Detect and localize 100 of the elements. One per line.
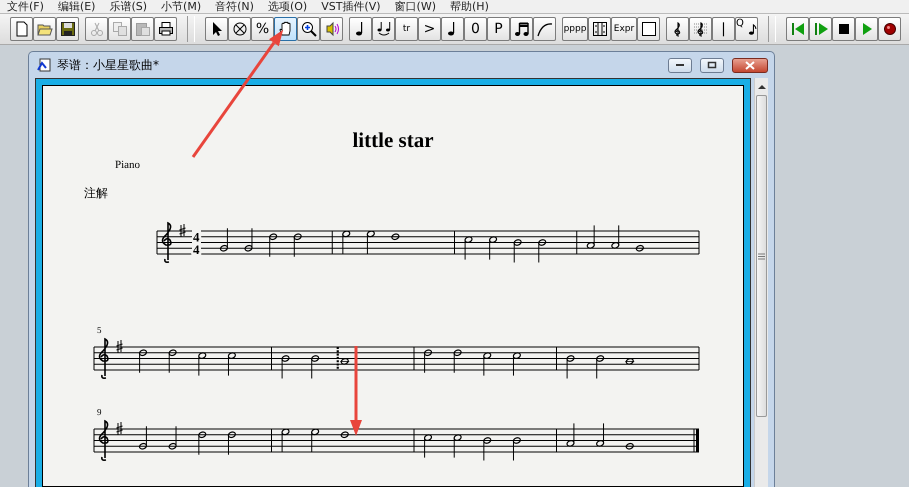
time-signature-top: 4 — [193, 230, 200, 244]
toolbar-button[interactable]: P — [487, 17, 510, 41]
quarter-note — [168, 426, 177, 450]
quarter-note — [424, 434, 432, 458]
toolbar-button[interactable]: tr — [395, 17, 418, 41]
toolbar-button[interactable] — [154, 17, 177, 41]
menu-item[interactable]: 选项(O) — [260, 0, 314, 13]
sharp-icon — [116, 422, 123, 436]
sharp-icon — [179, 224, 186, 238]
zoom-icon — [300, 21, 316, 37]
music-document-icon — [37, 58, 51, 72]
quarter-note — [311, 428, 320, 452]
skip-back-icon — [790, 21, 806, 37]
quarter-note — [168, 349, 177, 374]
half-note — [624, 442, 635, 450]
quarter-note — [228, 431, 236, 456]
menu-item[interactable]: 文件(F) — [0, 0, 51, 13]
record-icon — [882, 21, 898, 37]
toolbar-button[interactable] — [666, 17, 689, 41]
half-note — [390, 233, 400, 240]
measure-number: 9 — [97, 407, 102, 417]
quarter-note — [244, 228, 253, 252]
menu-item[interactable]: VST插件(V) — [314, 0, 388, 13]
clipboard-icon — [134, 21, 150, 37]
toolbar-button[interactable] — [349, 17, 372, 41]
quarter-note — [311, 355, 320, 379]
quarter-note — [228, 352, 236, 376]
toolbar-button[interactable] — [637, 17, 660, 41]
half-note — [340, 431, 350, 438]
toolbar-separator — [187, 16, 195, 42]
quarter-note — [220, 228, 228, 252]
treble-clef-icon — [162, 222, 172, 263]
step-play-icon — [812, 21, 828, 37]
toolbar-button[interactable] — [33, 17, 56, 41]
toolbar-button[interactable] — [510, 17, 533, 41]
toolbar-button[interactable]: Expr — [611, 17, 637, 41]
toolbar-button[interactable] — [10, 17, 33, 41]
toolbar-button[interactable]: | — [712, 17, 735, 41]
minimize-icon — [675, 63, 685, 67]
quarter-note — [566, 355, 575, 379]
quarter-note — [514, 239, 522, 263]
slur-icon — [536, 21, 552, 37]
toolbar-button[interactable] — [441, 17, 464, 41]
quarter-note — [454, 434, 462, 458]
measure-number: 5 — [97, 325, 102, 335]
toolbar-button[interactable] — [228, 17, 251, 41]
menu-item[interactable]: 窗口(W) — [388, 0, 443, 13]
toolbar-button[interactable]: Q — [735, 17, 758, 41]
scrollbar-thumb[interactable] — [756, 95, 767, 417]
window-title: 琴谱：小星星歌曲* — [57, 56, 160, 74]
half-note — [340, 358, 350, 365]
quarter-note — [596, 355, 604, 379]
toolbar-button[interactable]: 0 — [464, 17, 487, 41]
toolbar-button[interactable]: > — [418, 17, 441, 41]
toolbar-button[interactable] — [56, 17, 79, 41]
close-icon — [745, 60, 755, 70]
menu-item[interactable]: 音符(N) — [208, 0, 261, 13]
quarter-note — [138, 349, 148, 374]
restore-button[interactable] — [700, 58, 724, 72]
toolbar-button[interactable] — [372, 17, 395, 41]
toolbar-button[interactable]: % — [251, 17, 274, 41]
quarter-note — [269, 233, 278, 258]
speaker-icon — [324, 21, 340, 37]
treble-clef-icon — [98, 338, 109, 379]
menu-item[interactable]: 乐谱(S) — [102, 0, 154, 13]
quarter-note — [294, 233, 302, 258]
toolbar-separator — [768, 16, 776, 42]
quarter-note — [488, 236, 498, 260]
quarter-note — [281, 428, 290, 452]
quarter-note — [424, 349, 432, 374]
bars-icon — [592, 21, 608, 37]
toolbar-button[interactable] — [205, 17, 228, 41]
menu-item[interactable]: 编辑(E) — [50, 0, 102, 13]
toolbar-button[interactable] — [878, 17, 901, 41]
close-button[interactable] — [732, 58, 768, 72]
minimize-button[interactable] — [668, 58, 692, 72]
instrument-name: Piano — [115, 159, 140, 171]
toolbar-button[interactable] — [274, 17, 297, 41]
circled-x-icon — [232, 21, 248, 37]
half-note — [634, 244, 645, 252]
scissors-icon — [88, 21, 104, 37]
restore-icon — [707, 61, 717, 69]
toolbar-button[interactable]: pppp — [562, 17, 588, 41]
tied-notes-icon — [376, 21, 392, 37]
menu-item[interactable]: 小节(M) — [154, 0, 208, 13]
menu-item[interactable]: 帮助(H) — [443, 0, 496, 13]
hand-icon — [278, 21, 294, 37]
vertical-scrollbar[interactable] — [754, 78, 768, 487]
sharp-icon — [116, 340, 123, 354]
toolbar-button[interactable] — [297, 17, 320, 41]
toolbar-button[interactable] — [689, 17, 712, 41]
dotted-clef-icon — [692, 21, 708, 37]
copy-icon — [112, 21, 128, 37]
toolbar-button[interactable] — [588, 17, 611, 41]
quarter-note — [198, 431, 206, 456]
dashed-barline — [336, 347, 339, 370]
quarter-note — [483, 437, 492, 461]
toolbar-button[interactable] — [533, 17, 556, 41]
toolbar-button[interactable] — [320, 17, 343, 41]
toolbar-button[interactable] — [832, 17, 855, 41]
